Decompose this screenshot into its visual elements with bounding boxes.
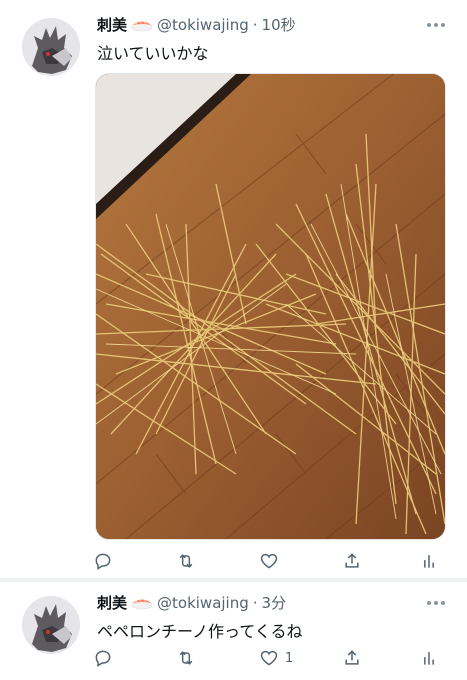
retweet-button[interactable] [176,549,202,573]
tweet-photo[interactable] [95,73,446,540]
tweet-actions: 1 [93,646,443,670]
heart-icon [260,553,278,569]
share-button[interactable] [342,646,362,670]
tweet-header: 刺美 @tokiwajing · 3分 [97,592,286,613]
separator-dot: · [252,593,258,612]
analytics-button[interactable] [419,549,439,573]
spilled-spaghetti-photo-icon [96,74,445,539]
share-icon [345,553,359,568]
tweet[interactable]: 刺美 @tokiwajing · 10秒 泣いていいかな [0,0,467,578]
handle[interactable]: @tokiwajing [157,16,249,34]
reply-icon [95,650,111,667]
analytics-icon [424,652,434,665]
more-options-icon[interactable] [427,22,445,28]
retweet-icon [179,554,193,568]
avatar[interactable] [22,596,80,654]
share-icon [345,650,359,665]
reply-button[interactable] [93,646,119,670]
avatar[interactable] [22,18,80,76]
more-options-icon[interactable] [427,600,445,606]
analytics-button[interactable] [419,646,439,670]
analytics-icon [424,555,434,568]
sushi-emoji-icon [131,21,153,31]
tweet[interactable]: 刺美 @tokiwajing · 3分 ペペロンチーノ作ってくるね 1 [0,582,467,680]
like-count: 1 [285,650,294,666]
tweet-text: ペペロンチーノ作ってくるね [97,622,303,641]
retweet-button[interactable] [176,646,202,670]
tweet-header: 刺美 @tokiwajing · 10秒 [97,14,296,35]
tweet-actions [93,549,443,573]
tweet-text: 泣いていいかな [97,44,209,63]
retweet-icon [179,651,193,665]
like-button[interactable] [259,549,285,573]
heart-icon [260,650,278,666]
display-name[interactable]: 刺美 [97,592,127,613]
separator-dot: · [252,15,258,34]
timestamp[interactable]: 3分 [262,592,287,613]
share-button[interactable] [342,549,362,573]
like-button[interactable]: 1 [259,646,293,670]
handle[interactable]: @tokiwajing [157,594,249,612]
sushi-emoji-icon [131,599,153,609]
timestamp[interactable]: 10秒 [262,14,296,35]
reply-button[interactable] [93,549,119,573]
display-name[interactable]: 刺美 [97,14,127,35]
reply-icon [95,553,111,570]
